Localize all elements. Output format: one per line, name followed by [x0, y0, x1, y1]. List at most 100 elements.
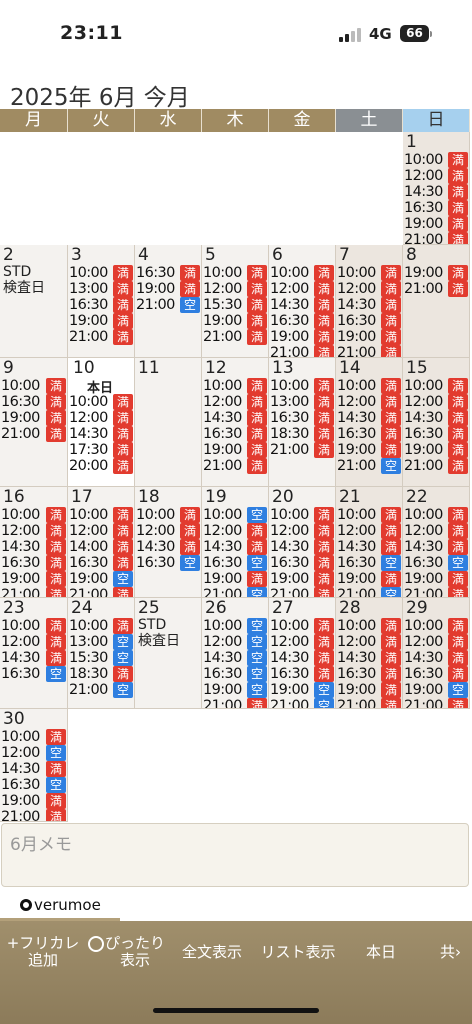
time-slot[interactable]: 21:00 満: [404, 457, 469, 474]
time-slot[interactable]: 10:00 満: [404, 618, 469, 634]
time-slot[interactable]: 12:00 満: [203, 393, 268, 410]
time-slot[interactable]: 21:00 満: [404, 586, 469, 597]
time-slot[interactable]: 19:00 空: [404, 681, 469, 698]
time-slot[interactable]: 12:00 満: [337, 393, 402, 410]
day-cell-13[interactable]: 13 10:00 満 13:00 満 16:30 満 18:30 満 21:00 満: [269, 358, 336, 487]
month-memo[interactable]: 6月メモ: [1, 823, 469, 887]
time-slot[interactable]: 14:30 満: [1, 760, 67, 777]
time-slot[interactable]: 15:30 満: [203, 296, 268, 313]
time-slot[interactable]: 10:00 満: [1, 378, 67, 394]
time-slot[interactable]: 21:00 満: [1, 425, 67, 442]
time-slot[interactable]: 10:00 満: [337, 378, 402, 394]
time-slot[interactable]: 19:00 満: [404, 265, 469, 281]
time-slot[interactable]: 21:00 空: [203, 586, 268, 597]
time-slot[interactable]: 13:00 満: [69, 280, 134, 297]
time-slot[interactable]: 13:00 満: [270, 393, 335, 410]
time-slot[interactable]: 12:00 満: [337, 280, 402, 297]
day-cell-26[interactable]: 26 10:00 空 12:00 空 14:30 空 16:30 空 19:00 空 21:00 満: [202, 598, 269, 709]
time-slot[interactable]: 14:30 満: [270, 649, 335, 666]
day-cell-1[interactable]: 1 10:00 満 12:00 満 14:30 満 16:30 満 19:00 満 21:00 満: [403, 132, 470, 245]
time-slot[interactable]: 10:00 満: [270, 265, 335, 281]
time-slot[interactable]: 19:00 満: [1, 409, 67, 426]
time-slot[interactable]: 12:00 満: [1, 633, 67, 650]
share-button[interactable]: 共›: [440, 944, 472, 961]
time-slot[interactable]: 21:00 空: [270, 697, 335, 708]
time-slot[interactable]: 19:00 満: [1, 570, 67, 587]
month-title[interactable]: 2025年 6月 今月: [10, 78, 190, 112]
day-cell-19[interactable]: 19 10:00 空 12:00 満 14:30 満 16:30 空 19:00 満 21:00 空: [202, 487, 269, 598]
time-slot[interactable]: 14:30 満: [1, 649, 67, 666]
time-slot[interactable]: 19:00 満: [69, 312, 134, 329]
time-slot[interactable]: 19:00 満: [404, 215, 469, 232]
day-cell-9[interactable]: 9 10:00 満 16:30 満 19:00 満 21:00 満: [0, 358, 68, 487]
time-slot[interactable]: 14:30 満: [270, 538, 335, 555]
time-slot[interactable]: 21:00 空: [136, 296, 201, 313]
time-slot[interactable]: 10:00 満: [337, 618, 402, 634]
time-slot[interactable]: 16:30 空: [203, 665, 268, 682]
time-slot[interactable]: 19:00 満: [337, 570, 402, 587]
day-cell-28[interactable]: 28 10:00 満 12:00 満 14:30 満 16:30 満 19:00 満 21:00 満: [336, 598, 403, 709]
time-slot[interactable]: 10:00 満: [404, 152, 469, 168]
time-slot[interactable]: 10:00 満: [270, 507, 335, 523]
time-slot[interactable]: 19:00 満: [270, 328, 335, 345]
time-slot[interactable]: 14:30 満: [404, 409, 469, 426]
time-slot[interactable]: 14:30 満: [270, 296, 335, 313]
time-slot[interactable]: 10:00 満: [69, 618, 134, 634]
time-slot[interactable]: 19:00 満: [337, 681, 402, 698]
time-slot[interactable]: 19:00 満: [270, 570, 335, 587]
time-slot[interactable]: 16:30 空: [404, 554, 469, 571]
time-slot[interactable]: 21:00 満: [203, 697, 268, 708]
time-slot[interactable]: 12:00 満: [270, 633, 335, 650]
day-cell-25[interactable]: 25 STD 検査日: [135, 598, 202, 709]
time-slot[interactable]: 10:00 満: [337, 507, 402, 523]
time-slot[interactable]: 16:30 満: [270, 312, 335, 329]
time-slot[interactable]: 10:00 満: [1, 507, 67, 523]
time-slot[interactable]: 14:30 満: [69, 425, 134, 442]
time-slot[interactable]: 17:30 満: [69, 441, 134, 458]
verumoe-logo[interactable]: verumoe: [20, 896, 101, 914]
time-slot[interactable]: 14:30 満: [203, 409, 268, 426]
time-slot[interactable]: 21:00 満: [69, 328, 134, 345]
time-slot[interactable]: 19:00 満: [203, 570, 268, 587]
day-cell-16[interactable]: 16 10:00 満 12:00 満 14:30 満 16:30 満 19:00 満 21:00 満: [0, 487, 68, 598]
time-slot[interactable]: 21:00 満: [203, 328, 268, 345]
time-slot[interactable]: 10:00 満: [270, 618, 335, 634]
time-slot[interactable]: 12:00 空: [1, 744, 67, 761]
list-view-button[interactable]: リスト表示: [255, 944, 341, 961]
time-slot[interactable]: 19:00 満: [203, 312, 268, 329]
day-cell-7[interactable]: 7 10:00 満 12:00 満 14:30 満 16:30 満 19:00 満 21:00 満: [336, 245, 403, 358]
time-slot[interactable]: 16:30 満: [1, 554, 67, 571]
time-slot[interactable]: 19:00 満: [404, 441, 469, 458]
time-slot[interactable]: 19:00 満: [203, 441, 268, 458]
time-slot[interactable]: 18:30 満: [69, 665, 134, 682]
time-slot[interactable]: 16:30 満: [136, 265, 201, 281]
time-slot[interactable]: 12:00 満: [203, 522, 268, 539]
time-slot[interactable]: 10:00 満: [404, 507, 469, 523]
time-slot[interactable]: 16:30 満: [270, 409, 335, 426]
time-slot[interactable]: 14:30 満: [404, 538, 469, 555]
day-cell-8[interactable]: 8 19:00 満 21:00 満: [403, 245, 470, 358]
time-slot[interactable]: 16:30 満: [270, 665, 335, 682]
time-slot[interactable]: 16:30 満: [404, 665, 469, 682]
time-slot[interactable]: 19:00 満: [337, 328, 402, 345]
time-slot[interactable]: 12:00 満: [404, 633, 469, 650]
time-slot[interactable]: 16:30 満: [270, 554, 335, 571]
time-slot[interactable]: 15:30 空: [69, 649, 134, 666]
time-slot[interactable]: 16:30 満: [1, 393, 67, 410]
time-slot[interactable]: 21:00 満: [1, 808, 67, 821]
time-slot[interactable]: 19:00 満: [136, 280, 201, 297]
day-cell-11[interactable]: 11: [135, 358, 202, 487]
time-slot[interactable]: 16:30 空: [136, 554, 201, 571]
time-slot[interactable]: 10:00 満: [69, 394, 134, 410]
time-slot[interactable]: 12:00 満: [69, 522, 134, 539]
time-slot[interactable]: 16:30 満: [404, 199, 469, 216]
time-slot[interactable]: 14:30 満: [136, 538, 201, 555]
time-slot[interactable]: 14:30 満: [337, 409, 402, 426]
time-slot[interactable]: 16:30 満: [404, 425, 469, 442]
time-slot[interactable]: 21:00 満: [270, 441, 335, 458]
day-cell-20[interactable]: 20 10:00 満 12:00 満 14:30 満 16:30 満 19:00 満 21:00 満: [269, 487, 336, 598]
time-slot[interactable]: 12:00 満: [337, 522, 402, 539]
time-slot[interactable]: 21:00 満: [1, 586, 67, 597]
time-slot[interactable]: 10:00 満: [69, 507, 134, 523]
today-button[interactable]: 本日: [358, 944, 404, 961]
